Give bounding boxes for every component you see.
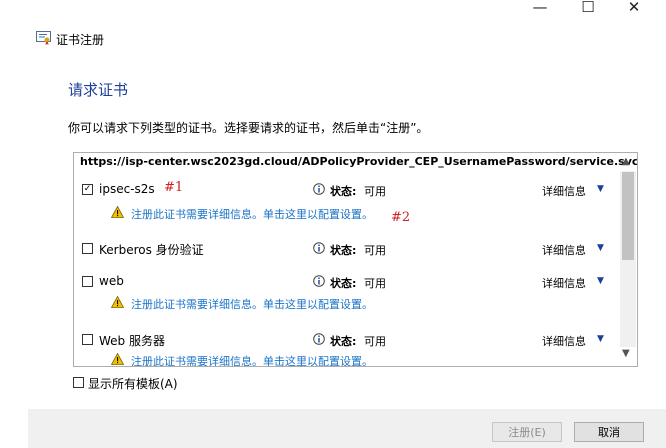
status-label: 状态: xyxy=(330,335,357,348)
page-title: 请求证书 xyxy=(68,81,129,99)
annotation-1: #1 xyxy=(164,180,184,195)
configure-settings-link[interactable]: 注册此证书需要详细信息。单击这里以配置设置。 xyxy=(131,206,373,222)
certificate-list[interactable]: https://isp-center.wsc2023gd.cloud/ADPol… xyxy=(73,152,638,367)
certificate-icon xyxy=(36,31,51,45)
item-name: ipsec-s2s xyxy=(99,182,155,196)
ipsec-s2s-checkbox[interactable]: ✓ xyxy=(82,184,93,195)
info-icon xyxy=(313,275,325,287)
status-label: 状态: xyxy=(330,277,357,290)
item-name: Kerberos 身份验证 xyxy=(99,243,204,257)
status-label: 状态: xyxy=(330,185,357,198)
minimize-button[interactable]: — xyxy=(517,0,563,15)
configure-settings-link[interactable]: 注册此证书需要详细信息。单击这里以配置设置。 xyxy=(131,296,373,312)
scroll-up-icon[interactable]: ▲ xyxy=(622,156,630,167)
show-all-templates-label[interactable]: 显示所有模板(A) xyxy=(88,375,178,392)
status-value: 可用 xyxy=(364,335,386,348)
footer-bar: 注册(E) 取消 xyxy=(28,409,666,448)
cancel-button[interactable]: 取消 xyxy=(574,422,644,442)
configure-settings-link[interactable]: 注册此证书需要详细信息。单击这里以配置设置。 xyxy=(131,353,373,366)
instruction-text: 你可以请求下列类型的证书。选择要请求的证书，然后单击“注册”。 xyxy=(68,121,429,135)
window-title: 证书注册 xyxy=(56,33,105,47)
close-button[interactable]: ✕ xyxy=(611,0,657,15)
status-value: 可用 xyxy=(364,244,386,257)
maximize-button[interactable]: ☐ xyxy=(565,0,611,15)
warning-icon xyxy=(111,206,124,218)
show-all-templates-checkbox[interactable] xyxy=(73,377,84,388)
web-checkbox[interactable] xyxy=(82,276,93,287)
status-value: 可用 xyxy=(364,277,386,290)
annotation-2: #2 xyxy=(391,210,411,225)
warning-icon xyxy=(111,353,124,365)
status-label: 状态: xyxy=(330,244,357,257)
chevron-down-icon[interactable]: ▼ xyxy=(597,184,604,194)
item-name: Web 服务器 xyxy=(99,334,165,348)
chevron-down-icon[interactable]: ▼ xyxy=(597,334,604,344)
details-link[interactable]: 详细信息 xyxy=(542,242,586,258)
details-link[interactable]: 详细信息 xyxy=(542,275,586,291)
kerberos-checkbox[interactable] xyxy=(82,243,93,254)
policy-url: https://isp-center.wsc2023gd.cloud/ADPol… xyxy=(80,155,638,168)
web-server-checkbox[interactable] xyxy=(82,334,93,345)
info-icon xyxy=(313,333,325,345)
enroll-button[interactable]: 注册(E) xyxy=(492,422,562,442)
scroll-down-icon[interactable]: ▼ xyxy=(622,348,630,359)
chevron-down-icon[interactable]: ▼ xyxy=(597,243,604,253)
status-value: 可用 xyxy=(364,185,386,198)
details-link[interactable]: 详细信息 xyxy=(542,333,586,349)
info-icon xyxy=(313,183,325,195)
item-name: web xyxy=(99,274,124,288)
info-icon xyxy=(313,242,325,254)
scrollbar-thumb[interactable] xyxy=(622,172,634,260)
chevron-down-icon[interactable]: ▼ xyxy=(597,276,604,286)
details-link[interactable]: 详细信息 xyxy=(542,183,586,199)
warning-icon xyxy=(111,296,124,308)
